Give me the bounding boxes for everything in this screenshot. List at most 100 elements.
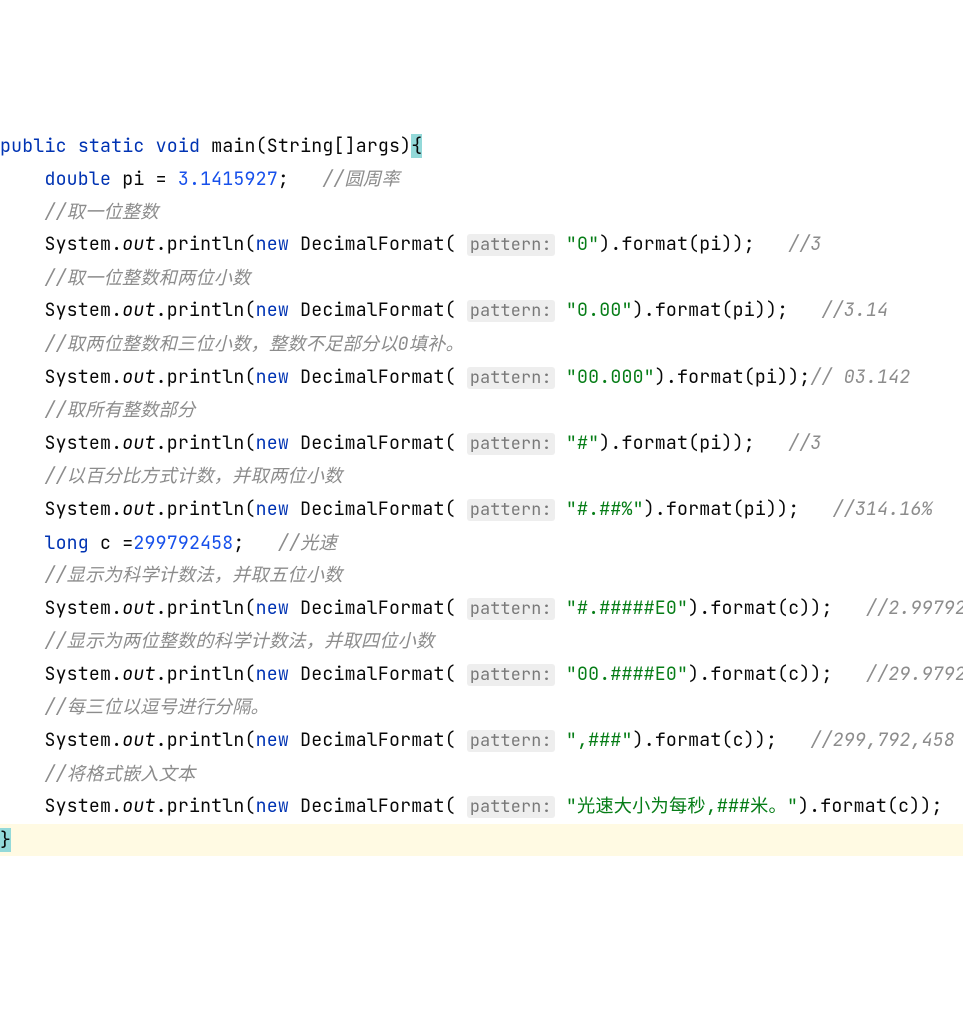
- method-println: println: [167, 365, 245, 389]
- comment: //314.16%: [833, 497, 933, 521]
- method-format: format: [655, 298, 722, 322]
- field-out: out: [122, 232, 155, 256]
- code-line: }: [0, 824, 963, 857]
- method-format: format: [677, 365, 744, 389]
- string-literal: "光速大小为每秒,###米。": [566, 794, 798, 818]
- keyword-new: new: [256, 794, 289, 818]
- field-out: out: [122, 365, 155, 389]
- code-line: System.out.println(new DecimalFormat( pa…: [0, 790, 963, 824]
- comment: //取一位整数和两位小数: [44, 266, 250, 290]
- class-decimalformat: DecimalFormat: [300, 794, 444, 818]
- keyword-new: new: [256, 298, 289, 322]
- method-format: format: [820, 794, 887, 818]
- comment: //光速: [278, 531, 337, 555]
- param-hint: pattern:: [467, 730, 555, 752]
- class-decimalformat: DecimalFormat: [300, 298, 444, 322]
- method-format: format: [621, 431, 688, 455]
- comment: //将格式嵌入文本: [44, 762, 195, 786]
- comment: //299,792,458: [810, 728, 954, 752]
- var-pi: pi: [122, 167, 144, 191]
- field-out: out: [122, 662, 155, 686]
- method-println: println: [167, 497, 245, 521]
- code-line: long c =299792458; //光速: [0, 527, 963, 560]
- code-line: //以百分比方式计数，并取两位小数: [0, 460, 963, 493]
- code-line: //将格式嵌入文本: [0, 758, 963, 791]
- class-decimalformat: DecimalFormat: [300, 365, 444, 389]
- keyword-void: void: [156, 134, 200, 158]
- param-hint: pattern:: [467, 664, 555, 686]
- comment: //取所有整数部分: [44, 398, 195, 422]
- code-line: //取两位整数和三位小数，整数不足部分以0填补。: [0, 328, 963, 361]
- field-out: out: [122, 794, 155, 818]
- code-line: //显示为科学计数法，并取五位小数: [0, 559, 963, 592]
- comment: //圆周率: [322, 167, 399, 191]
- code-line: System.out.println(new DecimalFormat( pa…: [0, 592, 963, 626]
- comment: //3: [788, 232, 821, 256]
- code-line: System.out.println(new DecimalFormat( pa…: [0, 658, 963, 692]
- method-println: println: [167, 431, 245, 455]
- code-line: System.out.println(new DecimalFormat( pa…: [0, 294, 963, 328]
- comment: //29.9792E7: [866, 662, 963, 686]
- param-hint: pattern:: [467, 796, 555, 818]
- brace-open: {: [411, 134, 422, 158]
- field-out: out: [122, 298, 155, 322]
- param-hint: pattern:: [467, 367, 555, 389]
- param-hint: pattern:: [467, 300, 555, 322]
- class-system: System: [44, 662, 111, 686]
- comment: //取一位整数: [44, 200, 158, 224]
- string-literal: "0": [566, 232, 599, 256]
- code-line: //每三位以逗号进行分隔。: [0, 691, 963, 724]
- comment: // 03.142: [810, 365, 910, 389]
- comment: //3: [788, 431, 821, 455]
- code-line: //取一位整数: [0, 196, 963, 229]
- method-println: println: [167, 298, 245, 322]
- method-println: println: [167, 662, 245, 686]
- code-line: //显示为两位整数的科学计数法，并取四位小数: [0, 625, 963, 658]
- keyword-public: public: [0, 134, 67, 158]
- code-line: //取一位整数和两位小数: [0, 262, 963, 295]
- field-out: out: [122, 596, 155, 620]
- string-literal: "00.000": [566, 365, 655, 389]
- field-out: out: [122, 728, 155, 752]
- keyword-new: new: [256, 497, 289, 521]
- class-system: System: [44, 232, 111, 256]
- string-literal: "0.00": [566, 298, 633, 322]
- string-literal: "#": [566, 431, 599, 455]
- code-line: //取所有整数部分: [0, 394, 963, 427]
- method-println: println: [167, 794, 245, 818]
- method-println: println: [167, 728, 245, 752]
- arg-pi: pi: [733, 298, 755, 322]
- class-decimalformat: DecimalFormat: [300, 497, 444, 521]
- string-literal: "#.##%": [566, 497, 644, 521]
- param-hint: pattern:: [467, 499, 555, 521]
- class-decimalformat: DecimalFormat: [300, 431, 444, 455]
- keyword-new: new: [256, 365, 289, 389]
- code-line: System.out.println(new DecimalFormat( pa…: [0, 228, 963, 262]
- arg-c: c: [733, 728, 744, 752]
- field-out: out: [122, 497, 155, 521]
- code-line: System.out.println(new DecimalFormat( pa…: [0, 361, 963, 395]
- arg-c: c: [788, 662, 799, 686]
- keyword-new: new: [256, 232, 289, 256]
- comment: //显示为科学计数法，并取五位小数: [44, 563, 342, 587]
- method-println: println: [167, 232, 245, 256]
- class-decimalformat: DecimalFormat: [300, 662, 444, 686]
- field-out: out: [122, 431, 155, 455]
- method-println: println: [167, 596, 245, 620]
- comment: //以百分比方式计数，并取两位小数: [44, 464, 342, 488]
- keyword-new: new: [256, 662, 289, 686]
- comment: //取两位整数和三位小数，整数不足部分以0填补。: [44, 332, 463, 356]
- arg-pi: pi: [755, 365, 777, 389]
- arg-pi: pi: [744, 497, 766, 521]
- comment: //每三位以逗号进行分隔。: [44, 695, 269, 719]
- comment: //显示为两位整数的科学计数法，并取四位小数: [44, 629, 434, 653]
- keyword-new: new: [256, 596, 289, 620]
- keyword-new: new: [256, 431, 289, 455]
- code-editor[interactable]: public static void main(String[]args){ d…: [0, 130, 963, 856]
- comment: //2.99792E8: [866, 596, 963, 620]
- class-system: System: [44, 596, 111, 620]
- keyword-new: new: [256, 728, 289, 752]
- literal-pi: 3.1415927: [178, 167, 278, 191]
- string-literal: "00.####E0": [566, 662, 688, 686]
- method-format: format: [710, 662, 777, 686]
